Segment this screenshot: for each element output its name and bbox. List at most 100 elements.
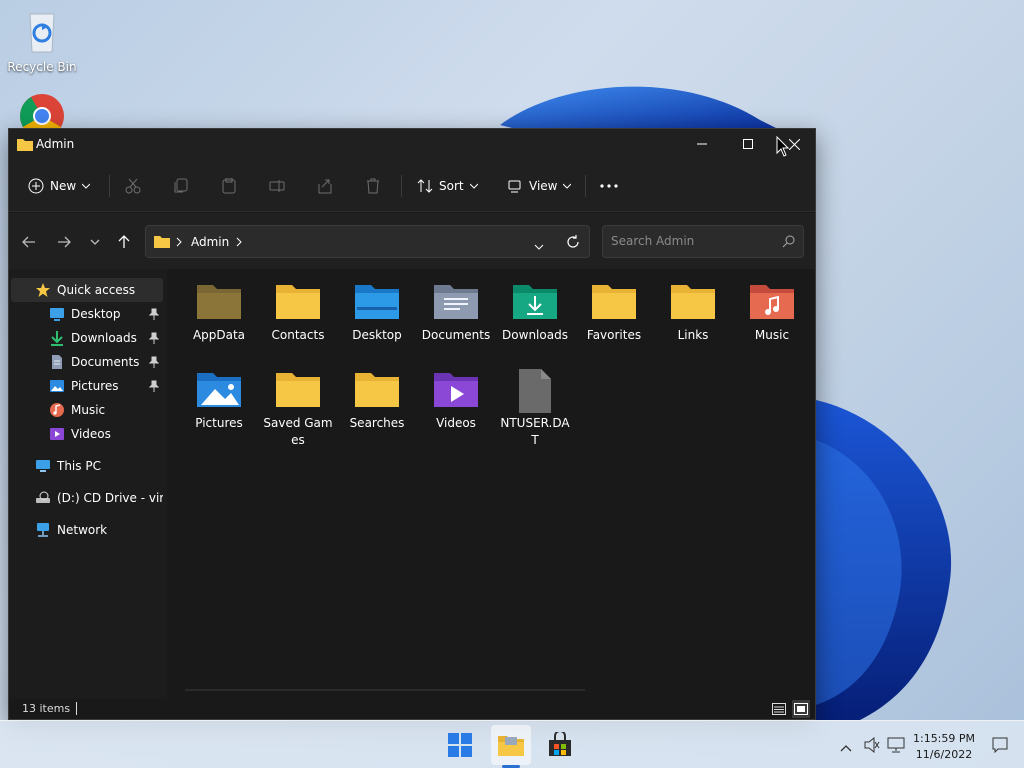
- file-item[interactable]: Pictures: [183, 369, 255, 432]
- refresh-button[interactable]: [566, 235, 580, 252]
- clock[interactable]: 1:15:59 PM 11/6/2022: [908, 731, 980, 763]
- pin-icon: [149, 332, 159, 344]
- folder-icon: [154, 235, 170, 251]
- file-name: Music: [754, 328, 790, 342]
- chevron-right-icon: [176, 236, 182, 250]
- file-item[interactable]: Music: [736, 281, 808, 344]
- sidebar-item-label: Videos: [71, 427, 111, 441]
- more-options-button[interactable]: [600, 171, 618, 201]
- start-button[interactable]: [440, 725, 480, 765]
- mouse-cursor-icon: [776, 136, 790, 157]
- chevron-down-icon: [469, 183, 478, 189]
- sidebar-item-label: Documents: [71, 355, 140, 369]
- clock-date: 11/6/2022: [915, 748, 973, 761]
- plus-circle-icon: [28, 178, 44, 194]
- show-hidden-icons-button[interactable]: [840, 741, 852, 755]
- cut-icon: [125, 178, 141, 194]
- file-name: AppData: [192, 328, 246, 342]
- file-item[interactable]: NTUSER.DAT: [499, 369, 571, 449]
- sidebar-item-music[interactable]: Music: [11, 398, 163, 422]
- sidebar-item-pictures[interactable]: Pictures: [11, 374, 163, 398]
- copy-icon: [174, 178, 188, 193]
- file-item[interactable]: Favorites: [578, 281, 650, 344]
- more-icon: [600, 184, 618, 188]
- documents-folder-icon: [432, 281, 480, 321]
- file-item[interactable]: Searches: [341, 369, 413, 432]
- file-item[interactable]: Contacts: [262, 281, 334, 344]
- chevron-up-icon: [840, 745, 852, 752]
- cd-drive-icon: [36, 491, 50, 503]
- file-name: Links: [677, 328, 709, 342]
- maximize-button[interactable]: [725, 129, 771, 159]
- file-list[interactable]: AppData Contacts Desktop Documents Downl…: [167, 269, 815, 699]
- chevron-down-icon: [563, 183, 572, 189]
- delete-button[interactable]: [365, 171, 381, 201]
- rename-button[interactable]: [269, 171, 285, 201]
- address-dropdown-button[interactable]: [534, 239, 544, 253]
- sidebar-item-network[interactable]: Network: [11, 518, 163, 542]
- search-box[interactable]: [602, 225, 804, 258]
- chevron-down-icon: [90, 239, 100, 245]
- store-taskbar-button[interactable]: [540, 725, 580, 765]
- breadcrumb-admin[interactable]: Admin: [191, 235, 229, 249]
- folder-icon: [353, 369, 401, 409]
- back-button[interactable]: [17, 230, 41, 254]
- notifications-button[interactable]: [992, 737, 1008, 756]
- file-item[interactable]: AppData: [183, 281, 255, 344]
- chevron-down-icon: [534, 244, 544, 250]
- search-input[interactable]: [611, 234, 771, 248]
- network-icon: [37, 523, 49, 537]
- forward-button[interactable]: [52, 230, 76, 254]
- pin-icon: [149, 356, 159, 368]
- title-bar[interactable]: Admin: [9, 129, 815, 159]
- downloads-icon: [51, 331, 63, 346]
- file-name: Documents: [421, 328, 491, 342]
- file-item[interactable]: Links: [657, 281, 729, 344]
- close-icon: [788, 138, 800, 150]
- minimize-button[interactable]: [679, 129, 725, 159]
- navigation-pane: Quick access Desktop Downloads Documents…: [9, 269, 167, 699]
- horizontal-scrollbar[interactable]: [185, 689, 585, 691]
- volume-muted-icon: [864, 736, 880, 754]
- file-explorer-taskbar-button[interactable]: [491, 725, 531, 765]
- sidebar-item-cd-drive[interactable]: (D:) CD Drive - virtio-win: [11, 486, 163, 510]
- file-item[interactable]: Saved Games: [262, 369, 334, 449]
- sidebar-item-downloads[interactable]: Downloads: [11, 326, 163, 350]
- large-icons-view-button[interactable]: [792, 700, 810, 718]
- folder-icon: [590, 281, 638, 321]
- address-bar[interactable]: Admin: [145, 225, 590, 258]
- sort-button[interactable]: Sort: [417, 171, 478, 201]
- network-tray-button[interactable]: [887, 736, 905, 757]
- sidebar-item-documents[interactable]: Documents: [11, 350, 163, 374]
- file-item[interactable]: Documents: [420, 281, 492, 344]
- file-item[interactable]: Downloads: [499, 281, 571, 344]
- share-icon: [318, 179, 332, 194]
- details-view-button[interactable]: [770, 700, 788, 718]
- up-button[interactable]: [112, 230, 136, 254]
- share-button[interactable]: [317, 171, 333, 201]
- cut-button[interactable]: [125, 171, 141, 201]
- copy-button[interactable]: [173, 171, 189, 201]
- view-label: View: [529, 179, 558, 193]
- command-bar: New Sort View: [9, 159, 815, 212]
- desktop-icon-recycle-bin[interactable]: Recycle Bin: [4, 8, 80, 74]
- view-button[interactable]: View: [507, 171, 572, 201]
- file-explorer-window[interactable]: Admin New Sort View Admin Search Admin Q…: [8, 128, 816, 720]
- sidebar-item-quick-access[interactable]: Quick access: [11, 278, 163, 302]
- paste-button[interactable]: [221, 171, 237, 201]
- file-name: Downloads: [502, 328, 568, 342]
- sidebar-item-desktop[interactable]: Desktop: [11, 302, 163, 326]
- delete-icon: [367, 178, 379, 194]
- file-name: Favorites: [586, 328, 642, 342]
- network-tray-icon: [887, 737, 905, 753]
- file-name: Searches: [349, 416, 405, 430]
- recycle-bin-label: Recycle Bin: [7, 60, 77, 74]
- sidebar-item-videos[interactable]: Videos: [11, 422, 163, 446]
- new-button[interactable]: New: [28, 171, 91, 201]
- volume-button[interactable]: [864, 736, 880, 756]
- sidebar-item-label: Downloads: [71, 331, 137, 345]
- sidebar-item-this-pc[interactable]: This PC: [11, 454, 163, 478]
- recent-locations-button[interactable]: [83, 230, 107, 254]
- file-item[interactable]: Videos: [420, 369, 492, 432]
- file-item[interactable]: Desktop: [341, 281, 413, 344]
